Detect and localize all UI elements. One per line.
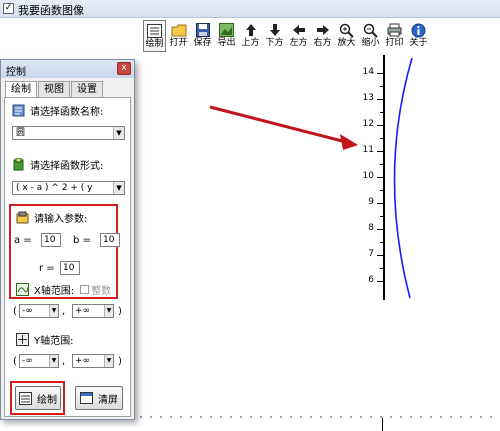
draw-button[interactable]: 绘制 (15, 386, 61, 410)
param-r-label: r = (39, 263, 55, 274)
x-min-select[interactable]: -∞ ▼ (19, 304, 59, 318)
y-range-close-row: ) (118, 356, 122, 367)
y-max-value: +∞ (75, 356, 91, 366)
bottom-divider (382, 418, 383, 431)
y-range-row: Y轴范围: (16, 332, 73, 347)
function-form-icon (12, 157, 25, 171)
y-max-select[interactable]: +∞ ▼ (72, 354, 114, 368)
x-min-value: -∞ (22, 306, 33, 316)
chevron-down-icon[interactable]: ▼ (104, 355, 113, 367)
grid-icon (19, 391, 32, 405)
panel-title: 控制 (6, 67, 26, 78)
y-min-value: -∞ (22, 356, 33, 366)
function-name-label: 请选择函数名称: (30, 107, 104, 118)
x-range-sep-row: , (62, 306, 65, 317)
function-form-row: 请选择函数形式: (12, 157, 103, 172)
y-range-sep-row: , (62, 356, 65, 367)
draw-button-label: 绘制 (37, 394, 57, 406)
y-range-open: ( (13, 356, 17, 367)
x-range-close-row: ) (118, 306, 122, 317)
function-form-value: ( x - a ) ^ 2 + ( y (16, 183, 93, 193)
y-range-close: ) (118, 356, 122, 367)
tab-settings[interactable]: 设置 (71, 81, 103, 97)
y-range-label: Y轴范围: (34, 336, 74, 347)
function-name-icon (12, 104, 25, 117)
y-range-inputs: ( (13, 356, 17, 367)
x-max-select[interactable]: +∞ ▼ (72, 304, 114, 318)
param-r-row: r = (39, 263, 55, 274)
param-b-input[interactable]: 10 (100, 233, 120, 247)
integer-checkbox[interactable] (80, 285, 90, 294)
x-range-label: X轴范围: (34, 286, 75, 297)
panel-tabs: 绘制 视图 设置 (5, 81, 104, 98)
function-form-label: 请选择函数形式: (30, 161, 104, 172)
param-r-input[interactable]: 10 (60, 261, 80, 275)
tab-view[interactable]: 视图 (38, 81, 70, 97)
x-range-icon (16, 283, 29, 296)
clear-button[interactable]: 清屏 (75, 386, 123, 410)
params-label: 请输入参数: (34, 214, 88, 225)
params-icon (16, 211, 29, 224)
chevron-down-icon[interactable]: ▼ (49, 355, 58, 367)
x-range-open: ( (13, 306, 17, 317)
y-range-sep: , (62, 356, 66, 367)
circle-curve (393, 57, 413, 299)
function-name-row: 请选择函数名称: (12, 103, 103, 118)
params-row: 请输入参数: (16, 210, 87, 225)
param-a-input[interactable]: 10 (41, 233, 61, 247)
param-a-label: a = (14, 235, 32, 246)
panel-header: 控制 x (1, 60, 134, 78)
integer-label: 整数 (91, 286, 112, 297)
param-b-row: b = (73, 235, 91, 246)
window-icon (80, 391, 93, 405)
function-name-select[interactable]: 圆 ▼ (12, 126, 125, 140)
x-range-sep: , (62, 306, 66, 317)
chevron-down-icon[interactable]: ▼ (49, 305, 58, 317)
param-b-label: b = (73, 235, 91, 246)
x-range-close: ) (118, 306, 122, 317)
y-min-select[interactable]: -∞ ▼ (19, 354, 59, 368)
tab-page-draw: 请选择函数名称: 圆 ▼ 请选择函数形式: ( x - a ) ^ 2 + ( … (4, 97, 131, 417)
control-panel: 控制 x 绘制 视图 设置 请选择函数名称: 圆 ▼ 请选择函数形式: ( x … (0, 59, 135, 420)
x-range-row: X轴范围: 整数 (16, 282, 111, 297)
chevron-down-icon[interactable]: ▼ (113, 127, 124, 139)
red-arrow (209, 105, 358, 150)
tab-draw[interactable]: 绘制 (5, 81, 37, 98)
x-max-value: +∞ (75, 306, 91, 316)
chevron-down-icon[interactable]: ▼ (113, 182, 124, 194)
y-range-icon (16, 333, 29, 346)
panel-close-button[interactable]: x (117, 62, 131, 75)
function-form-select[interactable]: ( x - a ) ^ 2 + ( y ▼ (12, 181, 125, 195)
chevron-down-icon[interactable]: ▼ (104, 305, 113, 317)
clear-button-label: 清屏 (98, 394, 118, 406)
function-name-value: 圆 (16, 128, 26, 138)
param-a-row: a = (14, 235, 32, 246)
x-range-inputs: ( (13, 306, 17, 317)
